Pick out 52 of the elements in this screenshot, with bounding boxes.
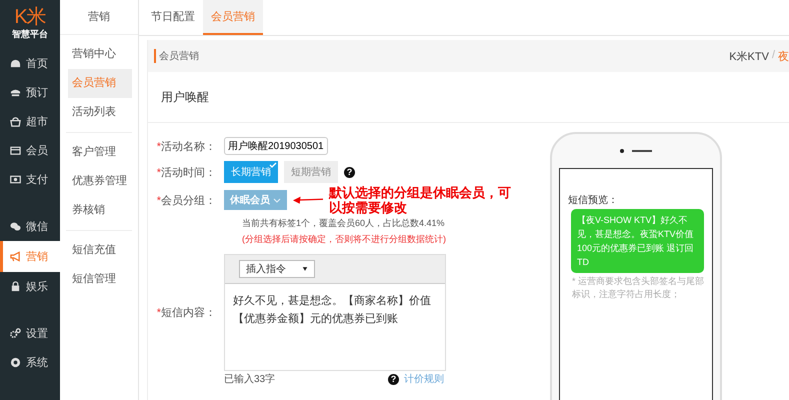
logo-mark: K米 xyxy=(14,6,46,28)
tab[interactable]: 节日配置 xyxy=(143,0,203,35)
help-icon[interactable]: ? xyxy=(344,166,355,178)
field-label: *活动时间： xyxy=(156,166,217,180)
sidebar-item[interactable]: 支付 xyxy=(0,165,60,194)
subnav-item[interactable]: 客户管理 xyxy=(60,138,138,167)
lock-icon xyxy=(10,281,21,292)
check-icon xyxy=(269,162,277,168)
subnav-item[interactable]: 短信管理 xyxy=(60,265,138,294)
page-title: 会员营销 xyxy=(154,49,199,63)
basket-icon xyxy=(10,116,21,127)
sidebar-item[interactable]: 首页 xyxy=(0,49,60,78)
logo-subtitle: 智慧平台 xyxy=(12,28,48,41)
breadcrumb-separator: / xyxy=(772,48,775,62)
sidebar-item[interactable]: 会员 xyxy=(0,136,60,165)
group-warning: (分组选择后请按确定，否则将不进行分组数据统计) xyxy=(241,233,447,246)
cash-icon xyxy=(10,174,21,185)
sidebar-item[interactable]: 预订 xyxy=(0,78,60,107)
caret-icon xyxy=(272,198,281,203)
annotation-text: 默认选择的分组是休眠会员，可以按需要修改 xyxy=(328,185,512,215)
subnav-item[interactable]: 营销中心 xyxy=(60,40,138,69)
name-input[interactable]: 用户唤醒2019030501 xyxy=(224,137,328,155)
subnav-item[interactable]: 短信充值 xyxy=(60,236,138,265)
insert-select[interactable]: 插入指令 xyxy=(239,260,315,278)
field-label: *活动名称： xyxy=(156,140,217,154)
field-label: *会员分组： xyxy=(156,194,217,208)
card-icon xyxy=(10,145,21,156)
sidebar-item[interactable]: 系统 xyxy=(0,348,60,377)
subnav-item[interactable]: 活动列表 xyxy=(60,98,138,127)
char-count: 已输入33字 xyxy=(224,373,276,386)
preview-note: * 运营商要求包含头部签名与尾部标识，注意字符占用长度； xyxy=(571,275,704,301)
sidebar-item[interactable]: 微信 xyxy=(0,212,60,241)
subnav-title: 营销 xyxy=(60,0,138,35)
caret-icon xyxy=(302,267,308,271)
camera-icon xyxy=(620,149,624,153)
gear-icon xyxy=(10,328,21,339)
sidebar-item[interactable]: 娱乐 xyxy=(0,272,60,301)
sidebar-item[interactable]: 设置 xyxy=(0,319,60,348)
group-info: 当前共有标签1个，覆盖会员60人，占比总数4.41% xyxy=(241,217,446,230)
help-icon[interactable]: ? xyxy=(388,374,399,385)
subnav-item[interactable]: 优惠券管理 xyxy=(60,167,138,196)
preview-title: 短信预览： xyxy=(568,194,619,207)
horn-icon xyxy=(10,251,21,262)
field-label: *短信内容： xyxy=(156,306,217,320)
disc-icon xyxy=(10,357,21,368)
chat-icon xyxy=(10,221,21,232)
annotation-arrow xyxy=(292,195,323,205)
subnav-item[interactable]: 券核销 xyxy=(60,196,138,225)
sidebar-item[interactable]: 超市 xyxy=(0,107,60,136)
section-title: 用户唤醒 xyxy=(148,72,789,123)
message-bubble: 【夜V-SHOW KTV】好久不见，甚是想念。夜蛩KTV价值100元的优惠券已到账 退订回TD xyxy=(571,209,704,273)
breadcrumb-link[interactable]: K米KTV xyxy=(729,48,769,64)
